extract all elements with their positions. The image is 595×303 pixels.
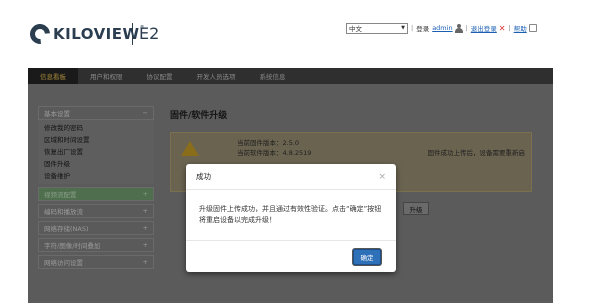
success-dialog: 成功 × 升级固件上传成功，并且通过有效性验证。点击“确定”按钮将重启设备以完成… bbox=[186, 164, 396, 272]
sidebar-section-nas[interactable]: 网络存储(NAS) + bbox=[38, 221, 154, 235]
dialog-header: 成功 × bbox=[186, 164, 396, 190]
version-info: 当前固件版本：2.5.0 当前软件版本：4.8.2519 bbox=[237, 139, 311, 158]
sidebar-item-device-maintenance[interactable]: 设备维护 bbox=[38, 170, 154, 182]
current-software-version: 当前软件版本：4.8.2519 bbox=[237, 148, 312, 157]
toolbar-separator: | bbox=[465, 24, 468, 32]
dialog-title: 成功 bbox=[196, 172, 211, 181]
close-icon[interactable]: × bbox=[378, 172, 386, 182]
collapse-icon[interactable]: − bbox=[143, 109, 148, 117]
nav-tab-protocol[interactable]: 协议配置 bbox=[135, 68, 185, 84]
sidebar-section-label: 网络访问设置 bbox=[44, 259, 83, 267]
current-firmware-version: 当前固件版本：2.5.0 bbox=[237, 139, 300, 147]
reboot-link[interactable]: 重新启 bbox=[506, 149, 526, 157]
language-value: 中文 bbox=[349, 25, 362, 33]
sidebar-item-region-time[interactable]: 区域和时间设置 bbox=[38, 134, 154, 146]
help-icon[interactable] bbox=[528, 24, 537, 32]
device-model: E2 bbox=[139, 24, 160, 43]
toolbar-separator: | bbox=[508, 24, 511, 32]
nav-tab-dashboard[interactable]: 信息看板 bbox=[28, 68, 78, 84]
logo-divider bbox=[132, 23, 133, 45]
toolbar-separator: | bbox=[411, 24, 414, 32]
nav-tab-developer[interactable]: 开发人员选项 bbox=[185, 68, 248, 84]
header: KILOVIEW® E2 中文 ▼ | 登录 admin | 退出登录 ✕ | … bbox=[0, 0, 595, 68]
sidebar-item-change-password[interactable]: 修改我的密码 bbox=[38, 122, 154, 134]
logout-link[interactable]: 退出登录 bbox=[471, 23, 497, 33]
help-link[interactable]: 帮助 bbox=[514, 23, 527, 33]
sidebar-section-label: 编码和播放流 bbox=[44, 208, 83, 216]
sidebar-section-network[interactable]: 网络访问设置 + bbox=[38, 255, 154, 269]
main-nav: 信息看板 用户和权限 协议配置 开发人员选项 系统信息 bbox=[28, 68, 553, 84]
header-toolbar: 中文 ▼ | 登录 admin | 退出登录 ✕ | 帮助 bbox=[346, 22, 537, 34]
sidebar-section-label: 视频流配置 bbox=[44, 191, 77, 199]
sidebar-section-video-stream[interactable]: 视频流配置 + bbox=[38, 187, 154, 201]
dialog-footer: 确定 bbox=[186, 240, 396, 272]
language-select[interactable]: 中文 ▼ bbox=[346, 22, 408, 34]
sidebar: 基本设置 − 修改我的密码 区域和时间设置 恢复出厂设置 固件升级 设备维护 视… bbox=[38, 106, 154, 269]
page-title: 固件/软件升级 bbox=[170, 111, 228, 121]
nav-tab-system-info[interactable]: 系统信息 bbox=[248, 68, 298, 84]
dialog-message: 升级固件上传成功，并且通过有效性验证。点击“确定”按钮将重启设备以完成升级！ bbox=[199, 205, 382, 224]
sidebar-basic-list: 修改我的密码 区域和时间设置 恢复出厂设置 固件升级 设备维护 bbox=[38, 120, 154, 184]
sidebar-item-firmware-upgrade[interactable]: 固件升级 bbox=[38, 158, 154, 170]
sidebar-section-label: 基本设置 bbox=[44, 110, 70, 118]
sidebar-section-label: 网络存储(NAS) bbox=[44, 225, 89, 233]
expand-icon[interactable]: + bbox=[143, 207, 148, 215]
expand-icon[interactable]: + bbox=[143, 224, 148, 232]
expand-icon[interactable]: + bbox=[143, 190, 148, 198]
user-icon[interactable] bbox=[454, 23, 463, 33]
sidebar-section-basic[interactable]: 基本设置 − bbox=[38, 106, 154, 120]
username-link[interactable]: admin bbox=[432, 24, 452, 32]
expand-icon[interactable]: + bbox=[143, 241, 148, 249]
ok-button[interactable]: 确定 bbox=[353, 249, 381, 265]
notice-text: 固件成功上传后，设备需要重新启 bbox=[427, 149, 526, 157]
warning-icon bbox=[181, 141, 199, 156]
logout-icon[interactable]: ✕ bbox=[499, 24, 506, 33]
kiloview-logo-icon bbox=[25, 19, 55, 49]
sidebar-section-overlay[interactable]: 字符/图像/时间叠加 + bbox=[38, 238, 154, 252]
main-content: 固件/软件升级 当前固件版本：2.5.0 当前软件版本：4.8.2519 固件成… bbox=[170, 108, 540, 215]
sidebar-item-factory-reset[interactable]: 恢复出厂设置 bbox=[38, 146, 154, 158]
expand-icon[interactable]: + bbox=[143, 258, 148, 266]
sidebar-section-label: 字符/图像/时间叠加 bbox=[44, 242, 101, 250]
upgrade-button[interactable]: 升级 bbox=[403, 202, 429, 215]
sidebar-section-encoding[interactable]: 编码和播放流 + bbox=[38, 204, 154, 218]
chevron-down-icon: ▼ bbox=[401, 25, 405, 31]
login-label: 登录 bbox=[416, 25, 430, 33]
nav-tab-users[interactable]: 用户和权限 bbox=[78, 68, 135, 84]
